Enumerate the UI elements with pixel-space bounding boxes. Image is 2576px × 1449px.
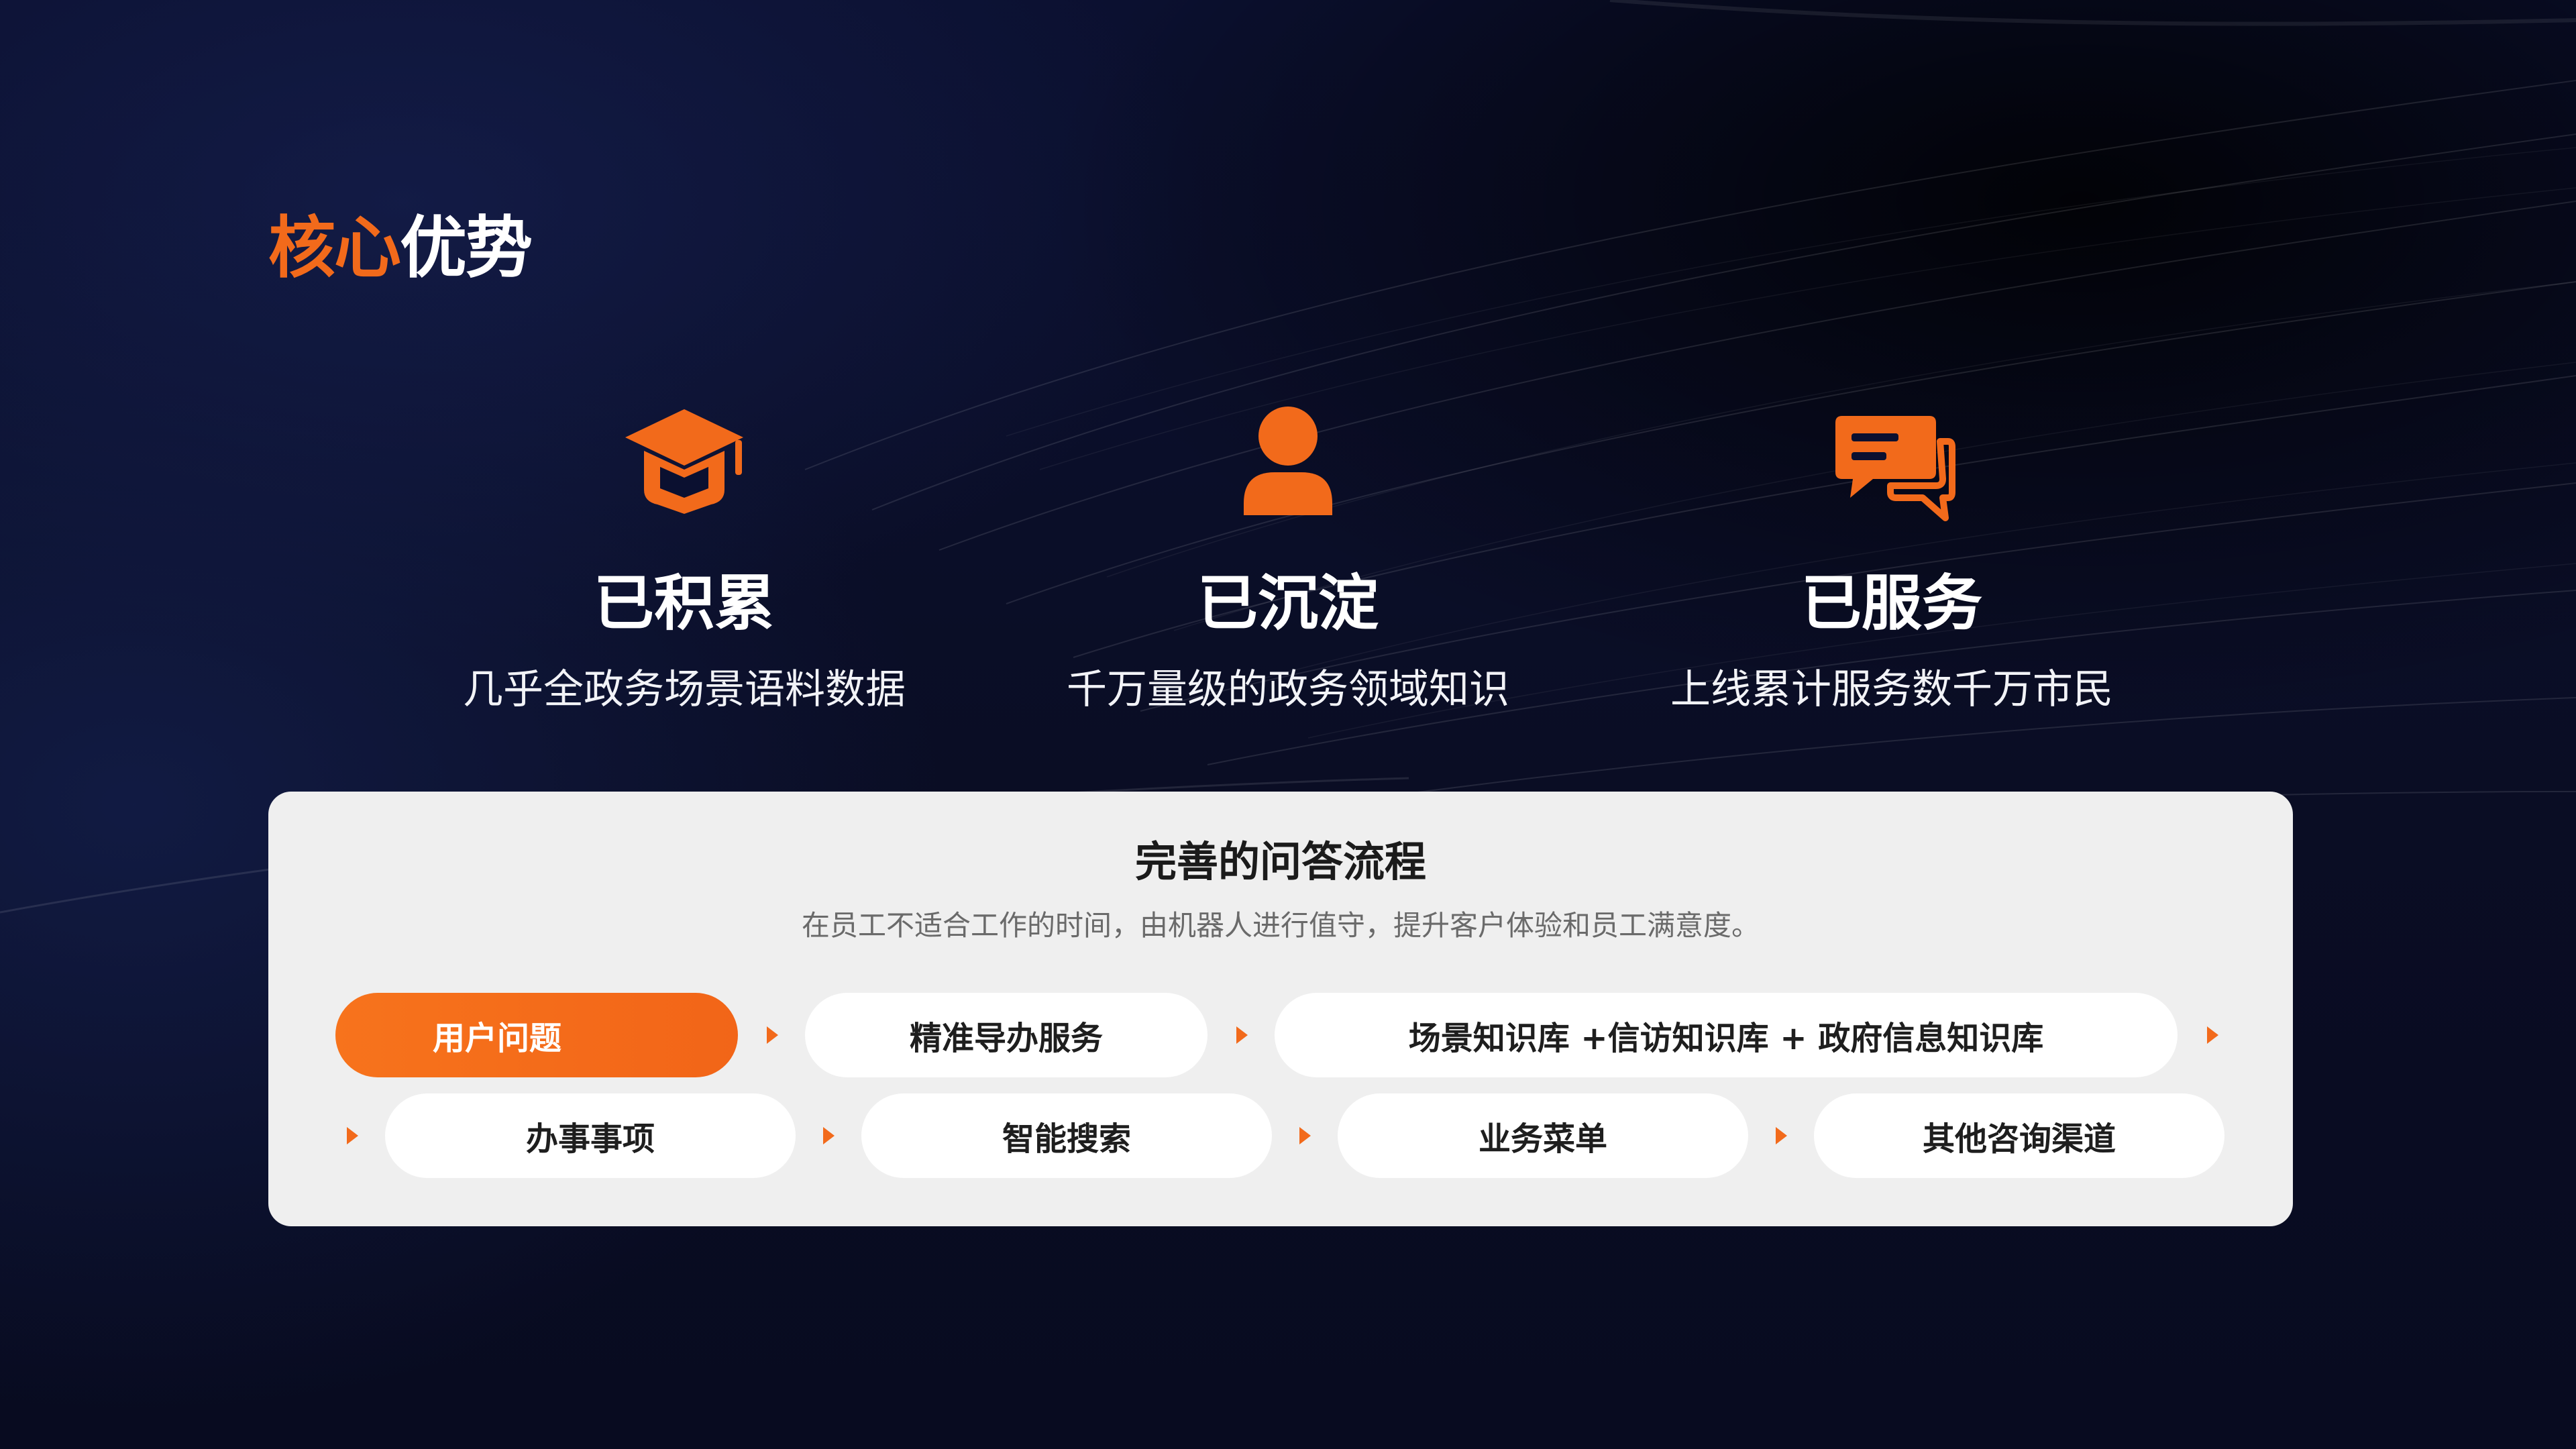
arrow-right-icon <box>1236 1026 1248 1044</box>
feature-deposited: 已沉淀 千万量级的政务领域知识 <box>986 402 1590 716</box>
feature-title: 已服务 <box>1801 568 1982 639</box>
qa-flow-panel: 完善的问答流程 在员工不适合工作的时间，由机器人进行值守，提升客户体验和员工满意… <box>268 792 2293 1226</box>
page-title-rest: 优势 <box>400 209 533 287</box>
feature-served: 已服务 上线累计服务数千万市民 <box>1590 402 2194 716</box>
flow-step-guidance: 精准导办服务 <box>805 993 1208 1077</box>
user-icon <box>1221 402 1355 523</box>
chat-bubbles-icon <box>1825 402 1959 523</box>
graduation-cap-icon <box>617 402 751 523</box>
feature-title: 已积累 <box>594 568 775 639</box>
flow-step-user-question: 用户问题 <box>335 993 738 1077</box>
flow-step-other-channels: 其他咨询渠道 <box>1814 1093 2224 1178</box>
feature-title: 已沉淀 <box>1197 568 1379 639</box>
arrow-right-icon <box>1776 1127 1787 1144</box>
page-title: 核心优势 <box>268 201 533 295</box>
page-title-accent: 核心 <box>268 209 401 287</box>
arrow-right-icon <box>823 1127 835 1144</box>
flow-step-business-menu: 业务菜单 <box>1338 1093 1748 1178</box>
arrow-right-icon <box>767 1026 778 1044</box>
flow-step-knowledge-base: 场景知识库 +信访知识库 + 政府信息知识库 <box>1275 993 2178 1077</box>
flow-step-smart-search: 智能搜索 <box>861 1093 1272 1178</box>
arrow-right-icon <box>347 1127 358 1144</box>
feature-accumulated: 已积累 几乎全政务场景语料数据 <box>382 402 986 716</box>
panel-title: 完善的问答流程 <box>1134 837 1426 886</box>
arrow-right-icon <box>1299 1127 1311 1144</box>
feature-desc: 几乎全政务场景语料数据 <box>463 666 906 713</box>
arrow-right-icon <box>2207 1026 2218 1044</box>
panel-subtitle: 在员工不适合工作的时间，由机器人进行值守，提升客户体验和员工满意度。 <box>801 909 1760 942</box>
feature-desc: 千万量级的政务领域知识 <box>1067 666 1509 713</box>
flow-step-affairs: 办事事项 <box>385 1093 796 1178</box>
feature-desc: 上线累计服务数千万市民 <box>1670 666 2113 713</box>
